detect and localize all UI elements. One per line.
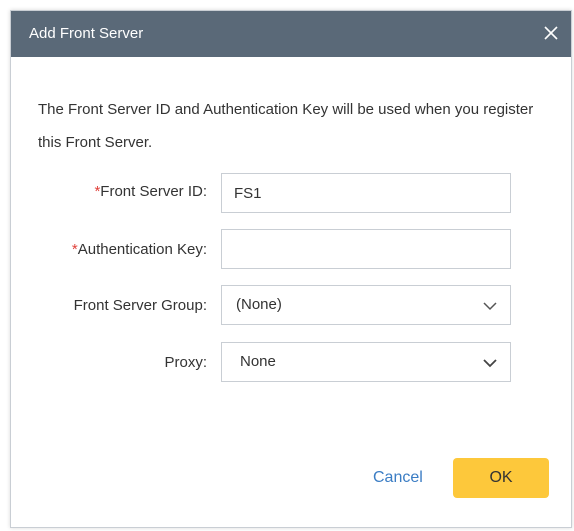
close-icon[interactable] xyxy=(539,21,563,45)
front-server-group-select[interactable]: (None) xyxy=(221,285,511,325)
front-server-group-label: Front Server Group: xyxy=(73,297,207,314)
front-server-id-field[interactable] xyxy=(221,173,511,213)
proxy-label: Proxy: xyxy=(164,354,207,371)
dialog-titlebar: Add Front Server xyxy=(11,11,571,57)
front-server-id-input[interactable] xyxy=(222,174,494,212)
dialog-title: Add Front Server xyxy=(29,25,144,42)
add-front-server-dialog: Add Front Server The Front Server ID and… xyxy=(10,10,572,528)
front-server-id-label: *Front Server ID: xyxy=(94,183,207,200)
chevron-down-icon xyxy=(482,356,498,368)
dialog-description: The Front Server ID and Authentication K… xyxy=(38,101,534,151)
front-server-group-value: (None) xyxy=(236,296,282,313)
chevron-down-icon xyxy=(482,299,498,311)
cancel-button[interactable]: Cancel xyxy=(373,469,423,487)
proxy-value: None xyxy=(240,353,276,370)
authentication-key-input[interactable] xyxy=(222,230,494,268)
ok-button[interactable]: OK xyxy=(453,458,549,498)
authentication-key-label: *Authentication Key: xyxy=(71,241,207,258)
authentication-key-field[interactable] xyxy=(221,229,511,269)
proxy-select[interactable]: None xyxy=(221,342,511,382)
